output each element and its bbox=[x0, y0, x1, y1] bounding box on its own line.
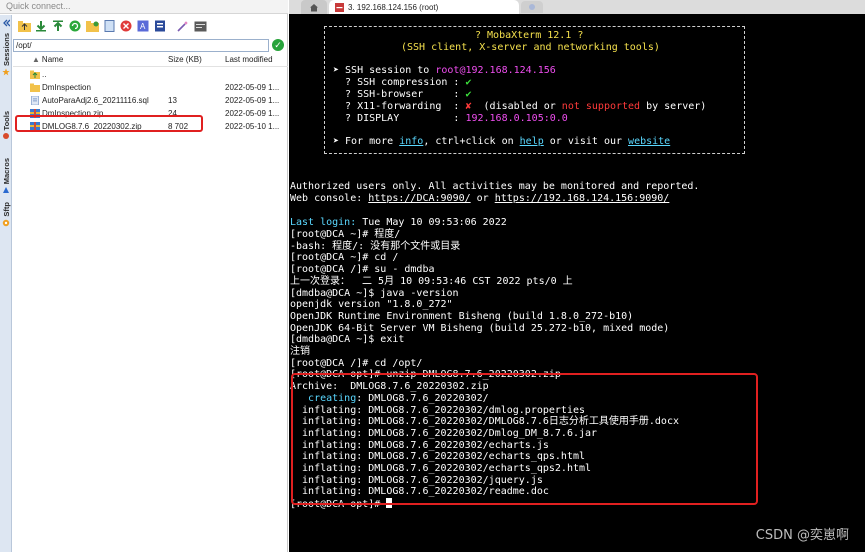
session-tab-title: 3. 192.168.124.156 (root) bbox=[348, 2, 439, 12]
terminal-line: 注销 bbox=[290, 346, 310, 357]
highlight-box-unzip bbox=[291, 373, 758, 505]
tab-tools-label: Tools bbox=[1, 111, 11, 131]
double-chevron-icon[interactable] bbox=[2, 19, 10, 27]
file-name: DmInspection bbox=[42, 83, 91, 92]
banner-browser: ? SSH-browser : ✔ bbox=[333, 89, 472, 100]
parent-folder-icon bbox=[30, 70, 40, 79]
file-list-header: ▲ Name Size (KB) Last modified bbox=[13, 55, 288, 67]
vertical-tab-strip: Sessions Tools Macros Sftp bbox=[0, 15, 12, 552]
new-file-icon[interactable] bbox=[102, 19, 116, 33]
web-console-link[interactable]: https://DCA:9090/ bbox=[368, 193, 470, 204]
path-bar: /opt/ ✓ bbox=[13, 37, 288, 53]
banner-display: ? DISPLAY : 192.168.0.105:0.0 bbox=[333, 113, 568, 124]
tab-tools[interactable]: Tools bbox=[0, 111, 12, 140]
upload-icon[interactable] bbox=[51, 19, 65, 33]
banner-title: ? MobaXterm 12.1 ? bbox=[475, 30, 584, 41]
path-input[interactable]: /opt/ bbox=[13, 38, 269, 52]
check-icon: ✔ bbox=[465, 89, 472, 100]
web-console-ip-link[interactable]: https://192.168.124.156:9090/ bbox=[495, 193, 670, 204]
info-link[interactable]: info bbox=[399, 136, 423, 147]
tab-macros[interactable]: Macros bbox=[0, 158, 12, 194]
new-tab-icon bbox=[529, 4, 535, 10]
tools-icon bbox=[3, 133, 9, 140]
terminal-line: OpenJDK Runtime Environment Bisheng (bui… bbox=[290, 310, 634, 322]
column-name[interactable]: ▲ Name bbox=[32, 55, 63, 64]
check-icon: ✔ bbox=[465, 77, 472, 88]
column-name-label: Name bbox=[41, 55, 64, 64]
banner-subtitle: (SSH client, X-server and networking too… bbox=[401, 42, 660, 53]
folder-icon bbox=[30, 83, 40, 92]
tab-sessions-label: Sessions bbox=[1, 33, 11, 66]
home-icon bbox=[310, 3, 318, 11]
terminal-panel: 3. 192.168.124.156 (root) ? MobaXterm 12… bbox=[289, 0, 865, 552]
terminal-line: [dmdba@DCA ~]$ exit bbox=[290, 334, 405, 346]
web-console-line: Web console: https://DCA:9090/ or https:… bbox=[290, 193, 670, 204]
sftp-icon bbox=[2, 219, 10, 226]
terminal-session-icon bbox=[335, 2, 344, 12]
delete-icon[interactable] bbox=[119, 19, 133, 33]
terminal-line: [root@DCA /]# su - dmdba bbox=[290, 264, 435, 276]
terminal-line: [root@DCA /]# cd /opt/ bbox=[290, 357, 423, 369]
column-modified[interactable]: Last modified bbox=[225, 55, 273, 64]
file-name: AutoParaAdj2.6_20211116.sql bbox=[42, 96, 149, 105]
file-size: 13 bbox=[168, 96, 177, 105]
star-icon bbox=[2, 68, 10, 76]
terminal-line: -bash: 程度/: 没有那个文件或目录 bbox=[290, 240, 461, 252]
quick-connect-input[interactable]: Quick connect... bbox=[0, 0, 288, 14]
tab-sftp[interactable]: Sftp bbox=[0, 202, 12, 227]
file-icon bbox=[31, 96, 39, 105]
banner-compression: ? SSH compression : ✔ bbox=[333, 77, 472, 88]
rename-icon[interactable]: A bbox=[136, 19, 150, 33]
csdn-watermark: CSDN @奕崽啊 bbox=[755, 528, 849, 544]
terminal-line: openjdk version "1.8.0_272" bbox=[290, 299, 453, 311]
file-modified: 2022-05-09 1... bbox=[225, 83, 280, 92]
terminal-tab-bar: 3. 192.168.124.156 (root) bbox=[289, 0, 865, 14]
session-tab[interactable]: 3. 192.168.124.156 (root) bbox=[329, 0, 519, 14]
path-confirm-check-icon[interactable]: ✓ bbox=[272, 39, 284, 51]
svg-text:A: A bbox=[140, 22, 146, 31]
banner-session-line: ➤ SSH session to root@192.168.124.156 bbox=[333, 65, 556, 76]
terminal-line: 上一次登录： 二 5月 10 09:53:46 CST 2022 pts/0 上 bbox=[290, 275, 573, 287]
terminal-output[interactable]: ? MobaXterm 12.1 ? (SSH client, X-server… bbox=[289, 14, 865, 552]
file-row[interactable]: AutoParaAdj2.6_20211116.sql 13 2022-05-0… bbox=[13, 94, 288, 107]
auth-line: Authorized users only. All activities ma… bbox=[290, 181, 700, 192]
highlight-box-file bbox=[15, 115, 203, 132]
last-login-line: Last login: Tue May 10 09:53:06 2022 bbox=[290, 217, 507, 228]
terminal-line: OpenJDK 64-Bit Server VM Bisheng (build … bbox=[290, 322, 670, 334]
mobaxterm-banner: ? MobaXterm 12.1 ? (SSH client, X-server… bbox=[324, 26, 745, 154]
sort-asc-icon: ▲ bbox=[32, 55, 40, 64]
terminal-line: [root@DCA ~]# cd / bbox=[290, 252, 399, 264]
up-folder-icon[interactable] bbox=[17, 19, 31, 33]
terminal-line: [root@DCA ~]# 程度/ bbox=[290, 229, 401, 240]
terminal-follow-icon[interactable] bbox=[193, 19, 207, 33]
new-tab-button[interactable] bbox=[521, 1, 543, 13]
file-modified: 2022-05-09 1... bbox=[225, 96, 280, 105]
banner-more: ➤ For more info, ctrl+click on help or v… bbox=[333, 136, 671, 147]
help-link[interactable]: help bbox=[520, 136, 544, 147]
download-icon[interactable] bbox=[34, 19, 48, 33]
file-row[interactable]: DmInspection 2022-05-09 1... bbox=[13, 81, 288, 94]
properties-icon[interactable] bbox=[153, 19, 167, 33]
file-name: .. bbox=[42, 70, 47, 79]
file-row-parent[interactable]: .. bbox=[13, 68, 288, 81]
magic-wand-icon[interactable] bbox=[176, 19, 190, 33]
website-link[interactable]: website bbox=[628, 136, 670, 147]
file-modified: 2022-05-10 1... bbox=[225, 122, 280, 131]
tab-sessions[interactable]: Sessions bbox=[0, 33, 12, 76]
sftp-panel: Quick connect... Sessions Tools Macros S… bbox=[0, 0, 288, 552]
column-size[interactable]: Size (KB) bbox=[168, 55, 202, 64]
file-modified: 2022-05-09 1... bbox=[225, 109, 280, 118]
tab-sessions-icon-wrap[interactable] bbox=[0, 17, 12, 27]
sftp-toolbar: A bbox=[13, 15, 288, 37]
terminal-line: [dmdba@DCA ~]$ java -version bbox=[290, 287, 459, 299]
new-folder-icon[interactable] bbox=[85, 19, 99, 33]
session-host: root@192.168.124.156 bbox=[435, 65, 556, 76]
tab-macros-label: Macros bbox=[1, 158, 11, 185]
refresh-icon[interactable] bbox=[68, 19, 82, 33]
tab-sftp-label: Sftp bbox=[1, 202, 11, 217]
macro-icon bbox=[3, 187, 9, 194]
home-tab[interactable] bbox=[301, 0, 327, 14]
banner-x11: ? X11-forwarding : ✘ (disabled or not su… bbox=[333, 101, 707, 112]
